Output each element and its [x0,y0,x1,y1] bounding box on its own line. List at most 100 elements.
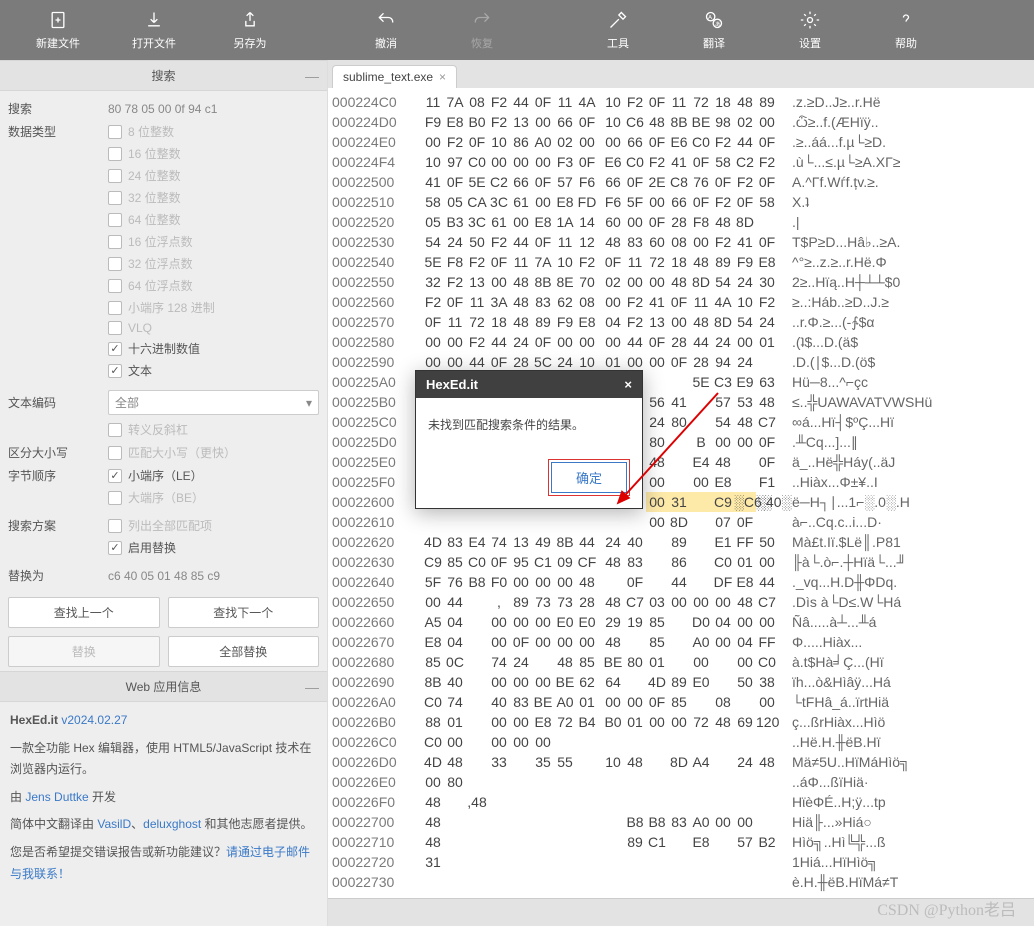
settings-btn[interactable]: 设置 [762,1,858,59]
checkbox-option[interactable]: 大端序（BE） [108,489,319,506]
checkbox-option[interactable]: VLQ [108,321,319,335]
author-link[interactable]: Jens Duttke [25,790,88,804]
field-label: 字节顺序 [8,467,108,484]
checkbox-option[interactable]: 小端序（LE） [108,467,319,484]
chevron-down-icon: ▾ [306,396,312,410]
section-title: Web 应用信息 [126,678,202,695]
checkbox-option[interactable]: 16 位整数 [108,145,319,162]
field-label: 区分大小写 [8,444,108,461]
hex-row[interactable]: 000224E000F20F1086A00200 00660FE6C0F2440… [332,132,1030,152]
escape-checkbox[interactable]: 转义反斜杠 [108,421,319,438]
hex-row[interactable]: 000226908B40 000000BE62 64 4D89E0 5038ïh… [332,672,1030,692]
dialog-titlebar: HexEd.it × [416,371,642,398]
search-value[interactable]: 80 78 05 00 0f 94 c1 [108,102,319,116]
svg-text:あ: あ [715,21,721,28]
translate-icon: Aあ [703,9,725,31]
hex-row[interactable]: 000225800000F244240F0000 00440F284424000… [332,332,1030,352]
hex-row[interactable]: 0002271048 89C1 E8 57B2Hìö╗..Hì╚╬...ß [332,832,1030,852]
hex-row[interactable]: 0002272031 1Hiá...HïHìö╗ [332,852,1030,872]
hex-row[interactable]: 0002270048 B8B883A00000 Hiä╟...»Hiá○ [332,812,1030,832]
hex-row[interactable]: 000226D04D48 33 3555 1048 8DA4 2448Mä≠5U… [332,752,1030,772]
undo-btn[interactable]: 撤消 [338,1,434,59]
hex-row[interactable]: 00022500410F5EC2660F57F6 660F2EC8760FF20… [332,172,1030,192]
hex-row[interactable]: 00022670E804 000F000000 48 85 A00004FFΦ.… [332,632,1030,652]
checkbox-option[interactable]: 十六进制数值 [108,340,319,357]
version-link[interactable]: v2024.02.27 [61,713,127,727]
checkbox-option[interactable]: 小端序 128 进制 [108,299,319,316]
hex-row[interactable]: 00022680850C 7424 4885 BE8001 00 00C0à.t… [332,652,1030,672]
translate-btn[interactable]: Aあ 翻译 [666,1,762,59]
hex-row[interactable]: 000226B08801 0000E872B4 B001000072486912… [332,712,1030,732]
web-info-panel: HexEd.it v2024.02.27 一款全功能 Hex 编辑器，使用 HT… [0,702,327,893]
hex-row[interactable]: 000226C0C000 000000 ..Hë.H.╫ëB.Hï [332,732,1030,752]
hex-row[interactable]: 00022560F20F113A48836208 00F2410F114A10F… [332,292,1030,312]
hex-row[interactable]: 000226F048 ,48 HϊèΦÉ..H;ÿ...tp [332,792,1030,812]
file-plus-icon [47,9,69,31]
close-icon[interactable]: × [624,377,632,392]
hex-row[interactable]: 000226204D83E47413498B44 2440 89 E1FF50M… [332,532,1030,552]
redo-icon [471,9,493,31]
checkbox-option[interactable]: 24 位整数 [108,167,319,184]
hex-row[interactable]: 000225700F1172184889F9E8 04F21300488D542… [332,312,1030,332]
search-section-head[interactable]: 搜索 — [0,60,327,91]
save-as-btn[interactable]: 另存为 [202,1,298,59]
hex-row[interactable]: 000226500044 ,89737328 48C70300000048C7.… [332,592,1030,612]
toolbar-label: 另存为 [234,35,267,51]
search-panel: 搜索80 78 05 00 0f 94 c1 数据类型 8 位整数16 位整数2… [0,91,327,593]
hex-row[interactable]: 000226A0C074 4083BEA001 00000F85 08 00└t… [332,692,1030,712]
section-title: 搜索 [151,67,175,84]
close-icon[interactable]: × [439,70,446,84]
toolbar-label: 翻译 [703,35,725,51]
checkbox-option[interactable]: 64 位浮点数 [108,277,319,294]
help-btn[interactable]: 帮助 [858,1,954,59]
collapse-icon[interactable]: — [305,679,319,695]
hex-row[interactable]: 0002255032F21300488B8E70 020000488D54243… [332,272,1030,292]
new-file-btn[interactable]: 新建文件 [10,1,106,59]
replace-all-btn[interactable]: 全部替换 [168,636,320,667]
checkbox-option[interactable]: 32 位浮点数 [108,255,319,272]
question-icon [895,9,917,31]
open-file-btn[interactable]: 打开文件 [106,1,202,59]
undo-icon [375,9,397,31]
hex-row[interactable]: 0002252005B33C6100E81A14 60000F28F8488D … [332,212,1030,232]
find-next-btn[interactable]: 查找下一个 [168,597,320,628]
checkbox-option[interactable]: 16 位浮点数 [108,233,319,250]
hex-row[interactable]: 000226405F76B8F000000048 0F 44 DFE844._v… [332,572,1030,592]
hex-row[interactable]: 000225900000440F285C2410 0100000F289424 … [332,352,1030,372]
ok-button[interactable]: 确定 [551,462,627,493]
toolbar-label: 设置 [799,35,821,51]
checkbox-option[interactable]: 文本 [108,362,319,379]
checkbox-option[interactable]: 列出全部匹配项 [108,517,319,534]
field-label: 数据类型 [8,123,108,140]
find-prev-btn[interactable]: 查找上一个 [8,597,160,628]
replace-value[interactable]: c6 40 05 01 48 85 c9 [108,569,319,583]
hex-row[interactable]: 00022610 008D 070F à⌐..Cq.c..i...D· [332,512,1030,532]
toolbar-label: 打开文件 [132,35,176,51]
hex-row[interactable]: 000225105805CA3C6100E8FD F65F00660FF20F5… [332,192,1030,212]
hex-row[interactable]: 000224D0F9E8B0F21300660F 10C6488BBE98020… [332,112,1030,132]
translator-link[interactable]: deluxghost [143,817,201,831]
toolbar-label: 恢复 [471,35,493,51]
hex-row[interactable]: 000224C0117A08F2440F114A 10F20F117218488… [332,92,1030,112]
hex-row[interactable]: 000224F41097C0000000F30F E6C0F2410F58C2F… [332,152,1030,172]
webinfo-section-head[interactable]: Web 应用信息 — [0,671,327,702]
dialog-title: HexEd.it [426,377,478,392]
hex-row[interactable]: 000225405EF8F20F117A10F2 0F1172184889F9E… [332,252,1030,272]
case-checkbox[interactable]: 匹配大小写（更快） [108,444,319,461]
hex-row[interactable]: 00022730 è.H.╫ëB.HïMá≠T [332,872,1030,892]
tools-btn[interactable]: 工具 [570,1,666,59]
collapse-icon[interactable]: — [305,68,319,84]
encoding-select[interactable]: 全部▾ [108,390,319,415]
translator-link[interactable]: VasilD [97,817,131,831]
file-tab[interactable]: sublime_text.exe × [332,65,457,88]
hex-row[interactable]: 00022530542450F2440F1112 4883600800F2410… [332,232,1030,252]
hex-row[interactable]: 000226E00080 ..áΦ...ßïHiä· [332,772,1030,792]
checkbox-option[interactable]: 8 位整数 [108,123,319,140]
checkbox-option[interactable]: 启用替换 [108,539,319,556]
svg-text:A: A [708,15,712,21]
dialog-message: 未找到匹配搜索条件的结果。 [416,398,642,451]
hex-row[interactable]: 00022660A504 000000E0E0 291985 D0040000Ñ… [332,612,1030,632]
checkbox-option[interactable]: 32 位整数 [108,189,319,206]
hex-row[interactable]: 00022630C985C00F95C109CF 4883 86 C00100╟… [332,552,1030,572]
checkbox-option[interactable]: 64 位整数 [108,211,319,228]
